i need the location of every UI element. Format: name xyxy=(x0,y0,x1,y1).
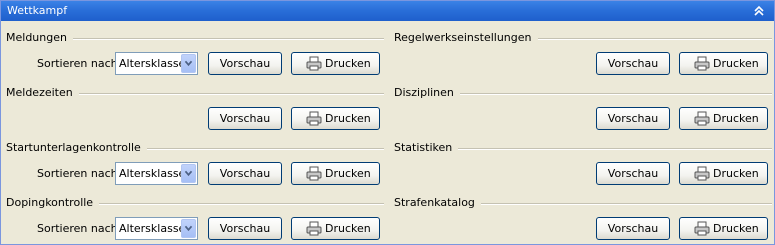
section-heading: Disziplinen xyxy=(394,86,460,99)
printer-icon xyxy=(694,221,710,236)
print-button-label: Drucken xyxy=(713,167,759,180)
section-heading: Strafenkatalog xyxy=(394,196,481,209)
sort-label: Sortieren nach xyxy=(37,222,118,235)
preview-button-label: Vorschau xyxy=(219,112,271,125)
print-button[interactable]: Drucken xyxy=(291,162,380,185)
print-button-label: Drucken xyxy=(325,57,371,70)
panel-titlebar[interactable]: Wettkampf xyxy=(1,1,774,21)
printer-icon xyxy=(694,166,710,181)
sort-select-value: Altersklasse xyxy=(119,222,186,235)
section-heading: Dopingkontrolle xyxy=(6,196,100,209)
preview-button-label: Vorschau xyxy=(607,57,659,70)
section-heading: Meldezeiten xyxy=(6,86,79,99)
print-button[interactable]: Drucken xyxy=(291,52,380,75)
section-heading: Meldungen xyxy=(6,31,73,44)
sort-select[interactable]: Altersklasse xyxy=(115,52,198,75)
printer-icon xyxy=(306,221,322,236)
preview-button-label: Vorschau xyxy=(607,112,659,125)
print-button[interactable]: Drucken xyxy=(679,107,768,130)
sort-label: Sortieren nach xyxy=(37,57,118,70)
section-regelwerkseinstellungen: Regelwerkseinstellungen Vorschau Drucken xyxy=(394,31,772,79)
section-dopingkontrolle: Dopingkontrolle Sortieren nach Alterskla… xyxy=(6,196,384,244)
section-strafenkatalog: Strafenkatalog Vorschau Drucken xyxy=(394,196,772,244)
printer-icon xyxy=(306,56,322,71)
section-heading: Regelwerkseinstellungen xyxy=(394,31,538,44)
sort-select[interactable]: Altersklasse xyxy=(115,162,198,185)
print-button-label: Drucken xyxy=(325,167,371,180)
wettkampf-panel: Wettkampf Meldungen Sortieren nach Alter… xyxy=(0,0,775,245)
section-meldungen: Meldungen Sortieren nach Altersklasse Vo… xyxy=(6,31,384,79)
preview-button[interactable]: Vorschau xyxy=(596,107,670,130)
print-button[interactable]: Drucken xyxy=(291,217,380,240)
chevron-down-icon[interactable] xyxy=(181,164,196,183)
print-button[interactable]: Drucken xyxy=(679,217,768,240)
preview-button[interactable]: Vorschau xyxy=(208,162,282,185)
preview-button[interactable]: Vorschau xyxy=(596,52,670,75)
printer-icon xyxy=(694,56,710,71)
preview-button[interactable]: Vorschau xyxy=(596,162,670,185)
print-button[interactable]: Drucken xyxy=(679,162,768,185)
preview-button[interactable]: Vorschau xyxy=(208,107,282,130)
double-chevron-up-icon[interactable] xyxy=(751,3,767,19)
printer-icon xyxy=(306,166,322,181)
section-meldezeiten: Meldezeiten Vorschau Drucken xyxy=(6,86,384,134)
printer-icon xyxy=(694,111,710,126)
print-button-label: Drucken xyxy=(713,222,759,235)
sort-select-value: Altersklasse xyxy=(119,57,186,70)
print-button-label: Drucken xyxy=(713,112,759,125)
panel-title: Wettkampf xyxy=(7,4,68,17)
chevron-down-icon[interactable] xyxy=(181,54,196,73)
preview-button-label: Vorschau xyxy=(219,167,271,180)
print-button[interactable]: Drucken xyxy=(291,107,380,130)
preview-button-label: Vorschau xyxy=(219,57,271,70)
sort-label: Sortieren nach xyxy=(37,167,118,180)
section-startunterlagenkontrolle: Startunterlagenkontrolle Sortieren nach … xyxy=(6,141,384,189)
print-button[interactable]: Drucken xyxy=(679,52,768,75)
print-button-label: Drucken xyxy=(325,222,371,235)
section-statistiken: Statistiken Vorschau Drucken xyxy=(394,141,772,189)
preview-button[interactable]: Vorschau xyxy=(596,217,670,240)
chevron-down-icon[interactable] xyxy=(181,219,196,238)
print-button-label: Drucken xyxy=(325,112,371,125)
printer-icon xyxy=(306,111,322,126)
section-heading: Startunterlagenkontrolle xyxy=(6,141,147,154)
preview-button-label: Vorschau xyxy=(607,222,659,235)
section-disziplinen: Disziplinen Vorschau Drucken xyxy=(394,86,772,134)
preview-button[interactable]: Vorschau xyxy=(208,217,282,240)
print-button-label: Drucken xyxy=(713,57,759,70)
preview-button-label: Vorschau xyxy=(219,222,271,235)
preview-button-label: Vorschau xyxy=(607,167,659,180)
sort-select-value: Altersklasse xyxy=(119,167,186,180)
section-heading: Statistiken xyxy=(394,141,459,154)
sort-select[interactable]: Altersklasse xyxy=(115,217,198,240)
preview-button[interactable]: Vorschau xyxy=(208,52,282,75)
